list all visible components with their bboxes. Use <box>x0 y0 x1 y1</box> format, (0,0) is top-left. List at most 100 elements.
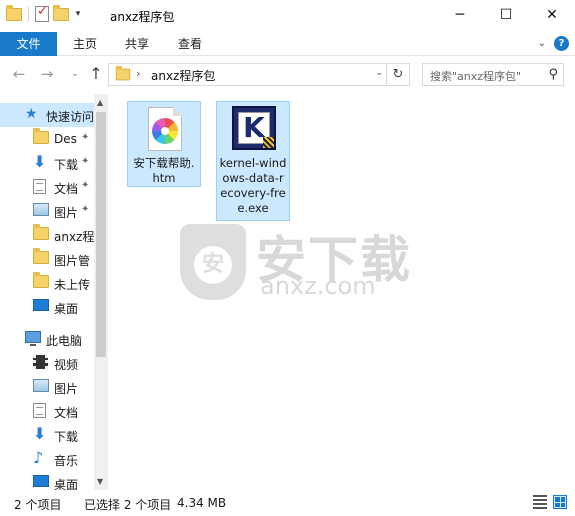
nav-item-music[interactable]: ♪ 音乐 <box>0 447 94 471</box>
nav-item-pc-pictures[interactable]: 图片 <box>0 375 94 399</box>
nav-item-not-uploaded-folder[interactable]: 未上传 <box>0 271 94 295</box>
download-icon: ⬇ <box>33 152 47 171</box>
maximize-button[interactable]: ☐ <box>483 0 529 30</box>
watermark-url: anxz.com <box>260 272 376 300</box>
forward-button[interactable]: → <box>38 65 56 83</box>
desktop-icon <box>33 475 49 487</box>
document-icon <box>33 179 46 194</box>
properties-check-icon[interactable] <box>35 4 49 22</box>
nav-item-label: anxz程 <box>54 230 94 244</box>
back-button[interactable]: ← <box>10 65 28 83</box>
tab-view[interactable]: 查看 <box>175 32 205 56</box>
nav-item-label: 音乐 <box>54 454 79 468</box>
pictures-icon <box>33 203 49 216</box>
nav-item-label: 图片 <box>54 206 79 220</box>
help-icon[interactable]: ? <box>554 36 569 51</box>
quick-access-toolbar: ▾ <box>6 4 83 22</box>
large-icons-view-icon[interactable] <box>553 495 567 509</box>
expand-ribbon-icon[interactable]: ⌄ <box>538 38 546 49</box>
nav-item-label: 快速访问 <box>46 110 94 124</box>
nav-item-videos[interactable]: 视频 <box>0 351 94 375</box>
view-switcher <box>533 495 567 509</box>
details-view-icon[interactable] <box>533 495 547 509</box>
nav-item-label: 下载 <box>54 158 79 172</box>
new-folder-icon[interactable] <box>53 4 69 21</box>
document-icon <box>33 403 46 418</box>
title-bar: ▾ anxz程序包 ─ ☐ ✕ <box>0 0 575 32</box>
nav-item-this-pc[interactable]: 此电脑 <box>0 327 94 351</box>
nav-item-label: 桌面 <box>54 302 79 316</box>
nav-item-label: 图片管 <box>54 254 91 268</box>
close-button[interactable]: ✕ <box>529 0 575 30</box>
minimize-button[interactable]: ─ <box>437 0 483 30</box>
pin-icon: ✦ <box>81 204 90 215</box>
tab-file[interactable]: 文件 <box>0 32 57 56</box>
ribbon-right-controls: ⌄ ? <box>538 36 569 51</box>
breadcrumb-separator-icon[interactable]: › <box>136 67 140 80</box>
tab-home[interactable]: 主页 <box>70 32 100 56</box>
navigation-pane: ★ 快速访问 Des ✦ ⬇ 下载 ✦ 文档 ✦ 图片 ✦ anxz程 图片管 … <box>0 94 108 492</box>
item-count: 2 个项目 <box>14 498 62 512</box>
search-icon[interactable]: ⚲ <box>548 67 558 82</box>
folder-icon <box>33 224 49 240</box>
shield-icon: 安 <box>180 224 246 300</box>
scrollbar-thumb[interactable] <box>96 112 106 357</box>
music-icon: ♪ <box>33 448 44 467</box>
nav-item-pc-documents[interactable]: 文档 <box>0 399 94 423</box>
pin-icon: ✦ <box>81 132 90 143</box>
file-item-kernel-exe[interactable]: K kernel-windows-data-recovery-free.exe <box>216 101 290 221</box>
chevron-down-icon[interactable]: ▾ <box>73 9 83 19</box>
up-button[interactable]: ↑ <box>87 65 105 83</box>
nav-pane-scrollbar[interactable]: ▲ ▼ <box>94 94 108 490</box>
search-input[interactable]: 搜索"anxz程序包" <box>430 68 521 84</box>
nav-item-label: Des <box>54 132 77 146</box>
pinwheel-icon <box>152 118 178 144</box>
toolbar-divider <box>28 7 29 21</box>
nav-item-label: 视频 <box>54 358 79 372</box>
folder-icon <box>6 4 22 21</box>
search-box[interactable]: 搜索"anxz程序包" ⚲ <box>422 63 564 86</box>
pictures-icon <box>33 379 49 392</box>
recent-locations-icon[interactable]: ⌄ <box>66 65 84 83</box>
nav-item-desktop-pinned[interactable]: Des ✦ <box>0 127 94 151</box>
nav-item-documents[interactable]: 文档 ✦ <box>0 175 94 199</box>
nav-item-label: 未上传 <box>54 278 91 292</box>
folder-icon <box>33 272 49 288</box>
download-icon: ⬇ <box>33 424 47 443</box>
selection-size: 4.34 MB <box>177 496 227 510</box>
file-name[interactable]: 安下载帮助.htm <box>130 156 198 186</box>
folder-icon <box>33 128 49 144</box>
scroll-down-icon[interactable]: ▼ <box>97 477 103 486</box>
nav-item-label: 下载 <box>54 430 79 444</box>
tab-share[interactable]: 共享 <box>122 32 152 56</box>
watermark: 安 安下载 anxz.com <box>180 210 410 310</box>
refresh-button[interactable]: ↻ <box>386 64 409 85</box>
nav-item-label: 图片 <box>54 382 79 396</box>
window-title: anxz程序包 <box>110 10 175 24</box>
nav-item-downloads[interactable]: ⬇ 下载 ✦ <box>0 151 94 175</box>
nav-item-label: 文档 <box>54 182 79 196</box>
shield-glyph: 安 <box>194 246 232 284</box>
nav-item-pictures[interactable]: 图片 ✦ <box>0 199 94 223</box>
shortcut-badge-icon <box>263 137 274 148</box>
nav-item-quick-access[interactable]: ★ 快速访问 <box>0 103 94 127</box>
window-controls: ─ ☐ ✕ <box>437 0 575 30</box>
address-bar[interactable]: › anxz程序包 ⌄ ↻ <box>108 63 410 86</box>
file-name[interactable]: kernel-windows-data-recovery-free.exe <box>219 156 287 216</box>
kernel-app-icon: K <box>232 106 276 150</box>
address-dropdown-icon[interactable]: ⌄ <box>375 68 383 78</box>
video-icon <box>33 355 48 369</box>
scroll-up-icon[interactable]: ▲ <box>97 98 103 107</box>
nav-item-anxz-folder[interactable]: anxz程 <box>0 223 94 247</box>
folder-icon <box>115 65 131 81</box>
nav-item-picture-manager-folder[interactable]: 图片管 <box>0 247 94 271</box>
nav-item-pc-downloads[interactable]: ⬇ 下载 <box>0 423 94 447</box>
file-item-help-htm[interactable]: 安下载帮助.htm <box>127 101 201 187</box>
star-icon: ★ <box>25 106 38 122</box>
nav-item-desktop[interactable]: 桌面 <box>0 295 94 319</box>
desktop-icon <box>33 299 49 311</box>
computer-icon <box>25 331 41 346</box>
breadcrumb-current[interactable]: anxz程序包 <box>151 67 215 84</box>
navigation-bar: ← → ⌄ ↑ › anxz程序包 ⌄ ↻ 搜索"anxz程序包" ⚲ <box>0 57 575 93</box>
selection-count: 已选择 2 个项目 <box>84 498 172 512</box>
